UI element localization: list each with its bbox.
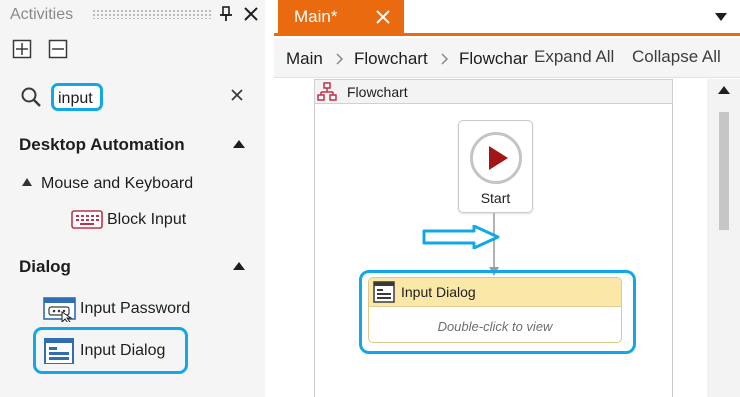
collapse-all-icon[interactable] [48, 39, 68, 59]
activity-label: Block Input [107, 211, 187, 228]
expand-all-button[interactable]: Expand All [534, 47, 615, 67]
breadcrumb-item[interactable]: Flowchar [459, 49, 528, 69]
collapse-arrow-icon[interactable] [233, 140, 245, 148]
scroll-up-icon[interactable] [718, 86, 730, 94]
tab-main[interactable]: Main* [278, 0, 404, 34]
activities-panel: Activities Desktop Automation [0, 0, 265, 397]
start-circle [470, 132, 522, 184]
category-desktop-automation[interactable]: Desktop Automation [19, 135, 185, 155]
flowchart-icon [317, 82, 337, 101]
clear-icon[interactable] [229, 87, 245, 103]
vertical-scrollbar[interactable] [707, 79, 740, 397]
subcategory-label: Mouse and Keyboard [41, 175, 194, 192]
chevron-right-icon [336, 53, 344, 65]
designer-canvas[interactable]: Flowchart Start Input Dialog Double-clic… [274, 79, 707, 397]
tab-label: Main* [294, 7, 338, 26]
search-icon [21, 87, 41, 107]
pin-icon[interactable] [217, 5, 235, 23]
activities-panel-title: Activities [10, 6, 74, 23]
annotation-arrow-icon [422, 225, 500, 249]
scrollbar-thumb[interactable] [719, 112, 729, 230]
play-icon [489, 146, 508, 170]
breadcrumb-item[interactable]: Flowchart [354, 49, 428, 69]
breadcrumb: Main Flowchart Flowchar Expand All Colla… [274, 38, 740, 78]
activity-input-password[interactable]: Input Password [43, 296, 190, 322]
activity-search [0, 80, 265, 114]
category-dialog[interactable]: Dialog [19, 257, 71, 277]
tab-list-dropdown-icon[interactable] [715, 13, 727, 21]
subcategory-mouse-and-keyboard[interactable]: Mouse and Keyboard [22, 175, 193, 193]
collapse-arrow-icon[interactable] [233, 262, 245, 270]
close-icon[interactable] [375, 9, 391, 25]
start-node[interactable]: Start [458, 120, 533, 213]
input-dialog-activity[interactable]: Input Dialog Double-click to view [368, 277, 622, 343]
chevron-right-icon [441, 53, 449, 65]
search-input[interactable] [51, 83, 103, 111]
input-dialog-icon [373, 281, 395, 303]
start-label: Start [480, 190, 511, 206]
highlight-outline [33, 327, 188, 374]
password-window-icon [43, 297, 76, 322]
flowchart-header[interactable]: Flowchart [314, 79, 673, 104]
activities-panel-header: Activities [0, 0, 265, 32]
close-icon[interactable] [242, 5, 260, 23]
document-tabstrip: Main* [274, 0, 740, 36]
activity-header: Input Dialog [369, 278, 621, 307]
collapse-all-button[interactable]: Collapse All [632, 47, 721, 67]
workflow-designer: Main* Main Flowchart Flowchar Expand All… [274, 0, 740, 397]
breadcrumb-item[interactable]: Main [286, 49, 323, 69]
expand-all-icon[interactable] [12, 39, 32, 59]
flowchart-title: Flowchart [347, 84, 408, 100]
panel-grip[interactable] [92, 9, 212, 19]
activity-label: Input Password [80, 300, 191, 317]
expand-triangle-icon [22, 178, 32, 186]
activity-title: Input Dialog [401, 284, 476, 300]
activity-block-input[interactable]: Block Input [70, 207, 186, 233]
keyboard-icon [71, 210, 103, 229]
activity-hint: Double-click to view [437, 319, 553, 334]
